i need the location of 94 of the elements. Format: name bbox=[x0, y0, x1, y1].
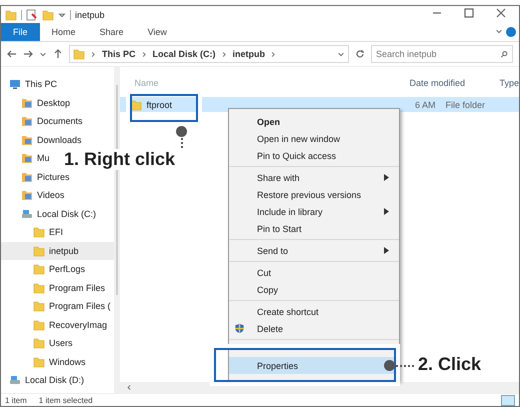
column-header[interactable]: Date modified bbox=[409, 78, 500, 88]
submenu-arrow-icon bbox=[384, 174, 389, 181]
ribbon-tab[interactable]: Home bbox=[40, 23, 88, 41]
maximize-icon[interactable] bbox=[464, 8, 474, 18]
folder-icon bbox=[33, 244, 45, 257]
sidebar-item[interactable]: Pictures bbox=[1, 168, 73, 186]
sidebar-item[interactable]: Downloads bbox=[1, 130, 85, 149]
sidebar-item[interactable]: Local Disk (C:) bbox=[1, 204, 100, 223]
menu-item[interactable]: Create shortcut bbox=[229, 303, 399, 320]
sidebar-item[interactable]: PerfLogs bbox=[1, 260, 88, 278]
folder-icon bbox=[33, 356, 45, 368]
sidebar-item[interactable]: inetpub bbox=[1, 242, 114, 260]
ribbon-tab[interactable]: Share bbox=[88, 23, 136, 41]
column-header[interactable]: Type bbox=[499, 78, 519, 88]
submenu-arrow-icon bbox=[384, 208, 389, 215]
leader-line bbox=[181, 138, 183, 148]
breadcrumb[interactable]: This PC bbox=[102, 49, 136, 59]
computer-icon bbox=[9, 78, 21, 90]
menu-item[interactable]: Share with bbox=[229, 169, 399, 186]
chevron-icon[interactable] bbox=[220, 50, 228, 58]
forward-icon[interactable] bbox=[23, 49, 33, 59]
window-title: inetpub bbox=[75, 10, 105, 20]
folder-icon bbox=[33, 263, 45, 276]
refresh-icon[interactable] bbox=[355, 49, 365, 59]
chevron-icon[interactable] bbox=[90, 50, 97, 58]
folder-icon bbox=[33, 318, 45, 331]
chevron-icon[interactable] bbox=[140, 50, 148, 58]
up-icon[interactable] bbox=[53, 49, 63, 59]
drive-icon bbox=[9, 374, 21, 386]
menu-item[interactable]: Include in library bbox=[229, 203, 399, 220]
leader-line bbox=[396, 365, 414, 367]
folder-icon bbox=[33, 337, 45, 350]
library-folder-icon bbox=[21, 152, 33, 164]
selection-count: 1 item selected bbox=[38, 396, 93, 404]
sidebar-item[interactable]: Users bbox=[1, 334, 76, 352]
scroll-left-icon[interactable] bbox=[126, 384, 134, 391]
callout-label: 1. Right click bbox=[62, 149, 178, 170]
item-count: 1 item bbox=[5, 396, 27, 404]
back-icon[interactable] bbox=[7, 49, 17, 59]
close-icon[interactable] bbox=[496, 8, 506, 18]
folder-icon bbox=[33, 226, 45, 238]
menu-item[interactable]: Open bbox=[229, 113, 399, 130]
sidebar-item[interactable]: EFI bbox=[1, 223, 66, 242]
menu-item[interactable]: Pin to Quick access bbox=[229, 147, 399, 164]
search-field[interactable]: Search inetpub bbox=[371, 45, 513, 63]
dropdown-icon[interactable] bbox=[58, 10, 66, 18]
address-bar[interactable]: This PC Local Disk (C:) inetpub bbox=[69, 45, 349, 63]
dropdown-icon[interactable] bbox=[337, 50, 345, 58]
library-folder-icon bbox=[21, 134, 33, 146]
folder-icon bbox=[130, 98, 142, 110]
menu-item[interactable]: Delete bbox=[229, 320, 399, 337]
menu-item[interactable]: Cut bbox=[229, 264, 399, 281]
sidebar-item[interactable]: Mu bbox=[1, 149, 53, 168]
menu-item[interactable]: Restore previous versions bbox=[229, 186, 399, 203]
breadcrumb[interactable]: Local Disk (C:) bbox=[152, 49, 216, 59]
chevron-icon[interactable] bbox=[270, 50, 278, 58]
menu-item[interactable]: Send to bbox=[229, 242, 399, 259]
ribbon-tab[interactable]: File bbox=[1, 23, 40, 41]
sidebar-item[interactable]: Program Files ( bbox=[1, 297, 114, 316]
properties-icon[interactable] bbox=[26, 8, 38, 20]
sidebar-item[interactable]: Documents bbox=[1, 112, 86, 130]
shield-icon bbox=[234, 323, 245, 334]
folder-icon bbox=[5, 8, 17, 20]
sidebar-item[interactable]: Local Disk (D:) bbox=[1, 371, 88, 390]
callout-dot bbox=[176, 126, 187, 137]
sidebar-item[interactable]: Desktop bbox=[1, 94, 74, 112]
menu-item[interactable]: Open in new window bbox=[229, 130, 399, 147]
sidebar-item[interactable]: This PC bbox=[1, 75, 60, 94]
sidebar-item[interactable]: Windows bbox=[1, 352, 89, 371]
folder-icon bbox=[33, 300, 45, 312]
library-folder-icon bbox=[21, 170, 33, 183]
library-folder-icon bbox=[21, 96, 33, 109]
ribbon-tab[interactable]: View bbox=[136, 23, 179, 41]
sidebar-item[interactable]: RecoveryImag bbox=[1, 316, 110, 334]
library-folder-icon bbox=[21, 115, 33, 128]
sidebar-item[interactable]: Videos bbox=[1, 186, 68, 204]
type-cell: File folder bbox=[445, 100, 485, 110]
expand-ribbon-icon[interactable] bbox=[495, 27, 503, 35]
date-cell-text: 6 AM bbox=[414, 100, 436, 110]
submenu-arrow-icon bbox=[384, 247, 389, 254]
menu-item[interactable]: Copy bbox=[229, 281, 399, 298]
search-icon[interactable] bbox=[500, 50, 508, 58]
sidebar-item[interactable]: Program Files bbox=[1, 278, 108, 297]
dropdown-icon[interactable] bbox=[39, 50, 47, 58]
details-view-icon[interactable] bbox=[501, 394, 515, 406]
help-icon[interactable] bbox=[506, 27, 516, 37]
drive-icon bbox=[21, 208, 33, 220]
file-name: ftproot bbox=[146, 100, 172, 110]
folder-icon bbox=[33, 282, 45, 294]
folder-icon bbox=[73, 48, 85, 60]
menu-item[interactable]: Pin to Start bbox=[229, 220, 399, 237]
breadcrumb[interactable]: inetpub bbox=[232, 49, 266, 59]
library-folder-icon bbox=[21, 189, 33, 202]
new-folder-icon bbox=[42, 8, 54, 20]
